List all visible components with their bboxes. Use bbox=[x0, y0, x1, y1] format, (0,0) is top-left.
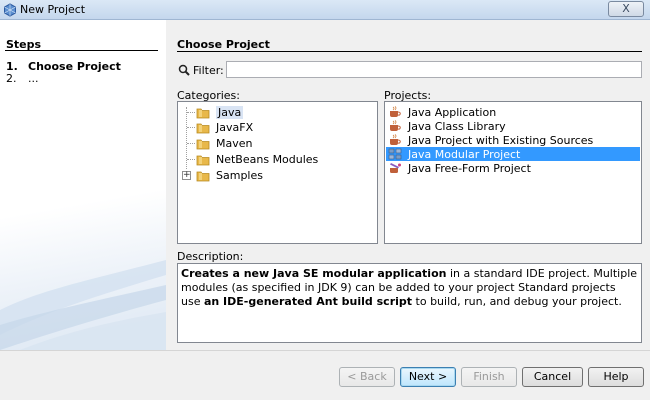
category-item-maven[interactable]: Maven bbox=[178, 136, 368, 151]
page-title: Choose Project bbox=[177, 38, 270, 51]
window-title: New Project bbox=[20, 3, 86, 16]
project-item-java-application[interactable]: Java Application bbox=[386, 105, 640, 119]
project-item-java-free-form[interactable]: Java Free-Form Project bbox=[386, 161, 640, 175]
project-label: Java Free-Form Project bbox=[408, 161, 531, 175]
java-cup-icon bbox=[390, 134, 401, 145]
title-divider bbox=[177, 51, 642, 52]
step-label: Choose Project bbox=[28, 60, 121, 73]
step-label: ... bbox=[28, 72, 39, 85]
category-label: Java bbox=[216, 106, 244, 119]
project-label: Java Project with Existing Sources bbox=[408, 133, 594, 147]
modular-project-icon bbox=[388, 148, 402, 160]
category-label: Maven bbox=[216, 137, 253, 150]
tree-connector bbox=[187, 112, 195, 113]
cancel-button[interactable]: Cancel bbox=[522, 367, 583, 387]
next-button[interactable]: Next > bbox=[400, 367, 456, 387]
category-item-samples[interactable]: + Samples bbox=[178, 168, 368, 183]
project-label: Java Application bbox=[408, 105, 497, 119]
steps-divider bbox=[5, 50, 158, 51]
category-item-java[interactable]: Java bbox=[178, 105, 368, 120]
tree-connector bbox=[187, 159, 195, 160]
main-panel: Choose Project Filter: Categories: Proje… bbox=[166, 20, 650, 350]
step-item: 2.... bbox=[6, 72, 39, 85]
step-number: 2. bbox=[6, 72, 17, 85]
close-button[interactable]: X bbox=[608, 1, 644, 17]
expand-icon[interactable]: + bbox=[182, 171, 191, 180]
categories-tree[interactable]: Java JavaFX Maven NetBeans Modules + Sam… bbox=[177, 101, 378, 244]
project-item-java-modular-project[interactable]: Java Modular Project bbox=[386, 147, 640, 161]
category-label: Samples bbox=[216, 169, 263, 182]
title-bar: New Project X bbox=[0, 0, 650, 20]
description-text-2: to build, run, and debug your project. bbox=[412, 295, 622, 308]
folder-icon bbox=[196, 139, 210, 149]
folder-icon bbox=[196, 108, 210, 118]
steps-panel: Steps 1. Choose Project 2.... bbox=[0, 20, 166, 350]
description-bold-1: Creates a new Java SE modular applicatio… bbox=[181, 267, 447, 280]
category-item-netbeans-modules[interactable]: NetBeans Modules bbox=[178, 152, 368, 167]
category-item-javafx[interactable]: JavaFX bbox=[178, 120, 368, 135]
decorative-swoosh bbox=[0, 260, 166, 350]
help-button[interactable]: Help bbox=[588, 367, 644, 387]
category-label: NetBeans Modules bbox=[216, 153, 319, 166]
description-bold-2: an IDE-generated Ant build script bbox=[203, 295, 413, 308]
netbeans-app-icon bbox=[4, 3, 16, 17]
filter-label: Filter: bbox=[193, 64, 224, 77]
description-box: Creates a new Java SE modular applicatio… bbox=[177, 263, 642, 343]
freeform-project-icon bbox=[390, 163, 401, 173]
button-bar: < Back Next > Finish Cancel Help bbox=[0, 350, 650, 400]
finish-button[interactable]: Finish bbox=[461, 367, 517, 387]
folder-icon bbox=[196, 171, 210, 181]
dialog-body: Steps 1. Choose Project 2.... Choose Proj… bbox=[0, 20, 650, 400]
filter-input[interactable] bbox=[226, 61, 642, 78]
project-label: Java Modular Project bbox=[408, 147, 521, 161]
description-label: Description: bbox=[177, 250, 244, 263]
close-icon: X bbox=[622, 2, 630, 15]
category-label: JavaFX bbox=[216, 121, 254, 134]
folder-icon bbox=[196, 155, 210, 165]
search-icon bbox=[178, 64, 190, 76]
tree-connector bbox=[187, 143, 195, 144]
java-cup-icon bbox=[390, 106, 401, 117]
tree-connector bbox=[187, 127, 195, 128]
project-label: Java Class Library bbox=[408, 119, 506, 133]
folder-icon bbox=[196, 123, 210, 133]
back-button[interactable]: < Back bbox=[339, 367, 395, 387]
projects-list[interactable]: Java Application Java Class Library Java… bbox=[384, 101, 642, 244]
project-item-java-existing-sources[interactable]: Java Project with Existing Sources bbox=[386, 133, 640, 147]
java-cup-icon bbox=[390, 120, 401, 131]
project-item-java-class-library[interactable]: Java Class Library bbox=[386, 119, 640, 133]
